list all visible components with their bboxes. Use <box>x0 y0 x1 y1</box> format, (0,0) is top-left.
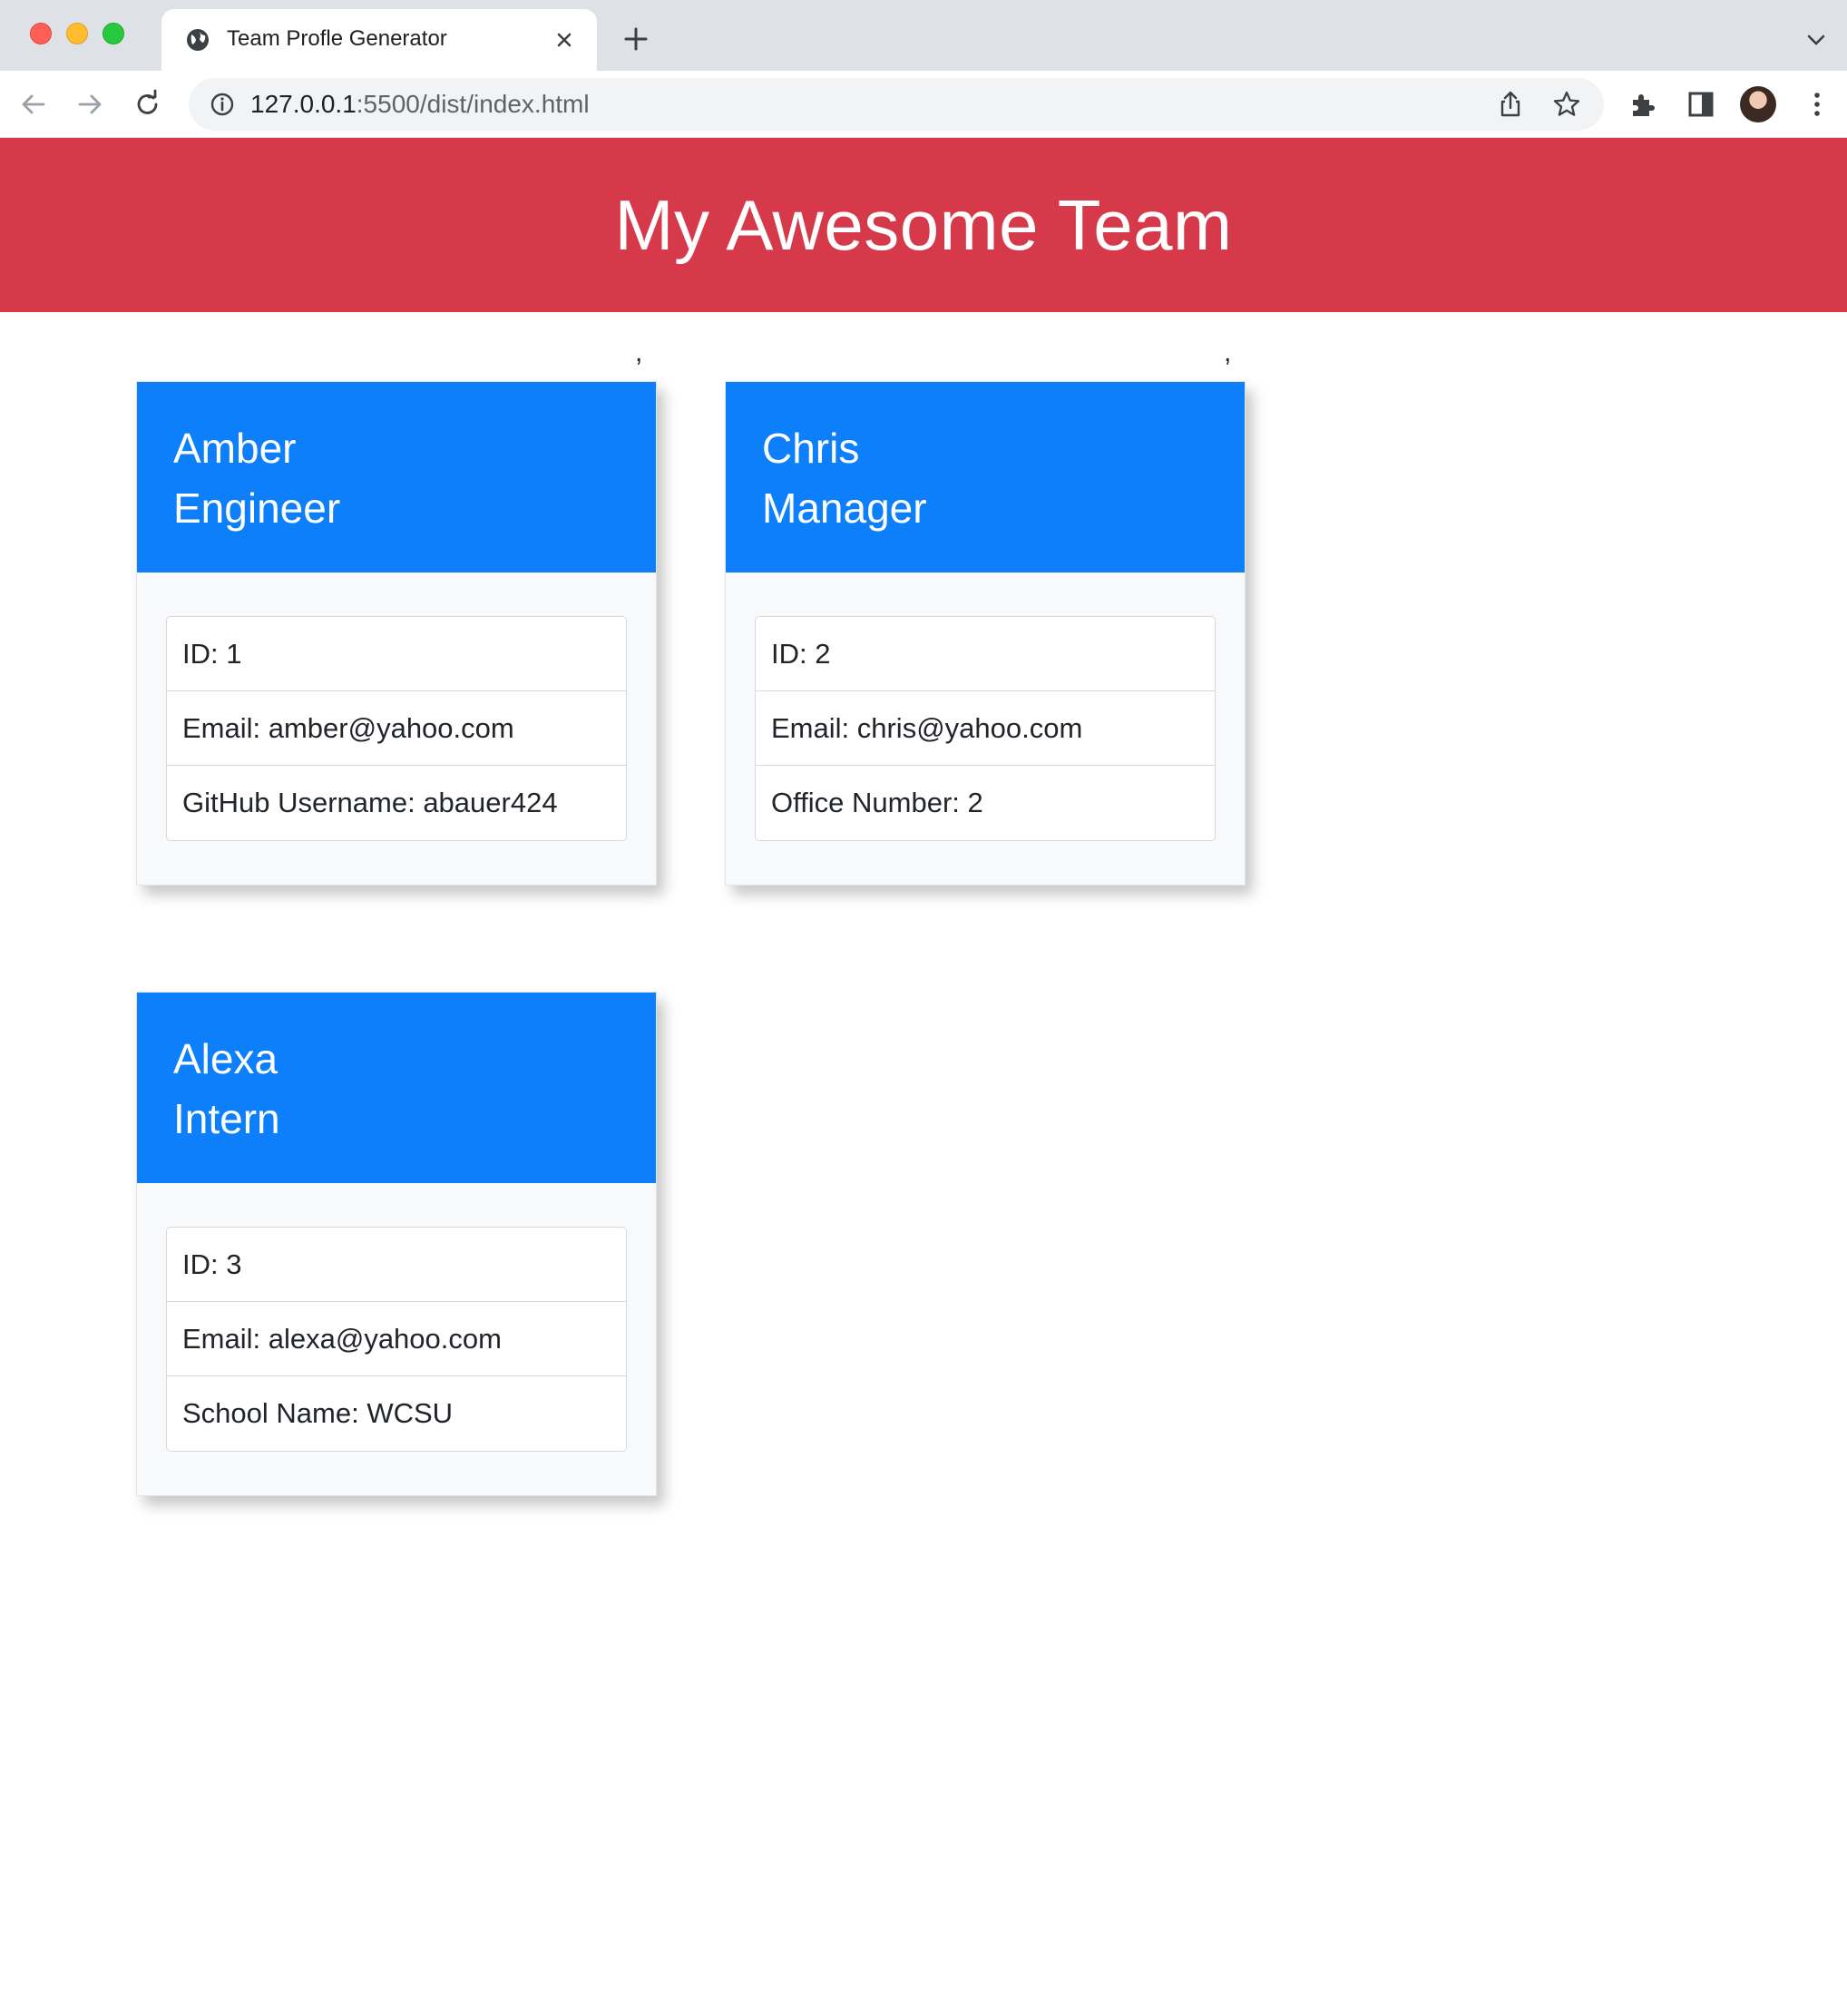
extensions-puzzle-icon[interactable] <box>1627 89 1658 120</box>
back-arrow-icon[interactable] <box>18 89 49 120</box>
employee-email: Email: amber@yahoo.com <box>167 691 626 766</box>
employee-id: ID: 1 <box>167 617 626 691</box>
share-icon[interactable] <box>1495 89 1526 120</box>
info-icon[interactable] <box>209 91 236 118</box>
page-title: My Awesome Team <box>614 184 1233 265</box>
employee-github: GitHub Username: abauer424 <box>182 787 558 818</box>
browser-tabstrip: Team Profle Generator <box>0 0 1847 71</box>
bookmark-star-icon[interactable] <box>1551 89 1582 120</box>
minimize-window-button[interactable] <box>66 23 88 44</box>
employee-card-engineer: Amber Engineer ID: 1 Email: amber@yahoo.… <box>136 381 657 886</box>
employee-details-list: ID: 2 Email: chris@yahoo.com Office Numb… <box>755 616 1216 841</box>
forward-arrow-icon[interactable] <box>74 89 105 120</box>
address-bar[interactable]: 127.0.0.1:5500/dist/index.html <box>189 78 1604 131</box>
employee-email: Email: chris@yahoo.com <box>756 691 1215 766</box>
browser-tab-active[interactable]: Team Profle Generator <box>161 9 597 71</box>
address-url: 127.0.0.1:5500/dist/index.html <box>250 90 590 119</box>
new-tab-icon[interactable] <box>622 25 650 53</box>
employee-office-number: Office Number: 2 <box>771 787 983 818</box>
chevron-down-icon[interactable] <box>1805 29 1827 51</box>
employee-name: Alexa <box>173 1035 279 1082</box>
employee-role: Intern <box>173 1095 280 1142</box>
employee-card-manager: Chris Manager ID: 2 Email: chris@yahoo.c… <box>725 381 1246 886</box>
url-host: 127.0.0.1 <box>250 90 357 118</box>
profile-avatar[interactable] <box>1740 86 1776 122</box>
card-header: Amber Engineer <box>137 382 656 573</box>
url-path: :5500/dist/index.html <box>356 90 590 118</box>
employee-details-list: ID: 3 Email: alexa@yahoo.com School Name… <box>166 1227 627 1452</box>
reload-icon[interactable] <box>132 89 163 120</box>
employee-school: School Name: WCSU <box>182 1397 454 1429</box>
close-tab-icon[interactable] <box>552 27 577 53</box>
side-panel-icon[interactable] <box>1686 89 1716 120</box>
stray-comma: , <box>1224 338 1232 367</box>
more-vertical-icon[interactable] <box>1802 89 1832 120</box>
card-header: Alexa Intern <box>137 993 656 1183</box>
employee-email: Email: alexa@yahoo.com <box>167 1302 626 1376</box>
employee-id: ID: 2 <box>756 617 1215 691</box>
close-window-button[interactable] <box>30 23 52 44</box>
employee-id: ID: 3 <box>167 1228 626 1302</box>
employee-role: Engineer <box>173 484 341 532</box>
employee-role: Manager <box>762 484 927 532</box>
employee-details-list: ID: 1 Email: amber@yahoo.com GitHub User… <box>166 616 627 841</box>
browser-toolbar: 127.0.0.1:5500/dist/index.html <box>0 71 1847 138</box>
globe-icon <box>187 29 209 51</box>
maximize-window-button[interactable] <box>103 23 124 44</box>
tab-title: Team Profle Generator <box>227 26 447 51</box>
employee-name: Amber <box>173 425 297 472</box>
team-header: My Awesome Team <box>0 138 1847 312</box>
card-header: Chris Manager <box>726 382 1245 573</box>
stray-comma: , <box>635 338 643 367</box>
employee-name: Chris <box>762 425 860 472</box>
employee-card-intern: Alexa Intern ID: 3 Email: alexa@yahoo.co… <box>136 992 657 1496</box>
